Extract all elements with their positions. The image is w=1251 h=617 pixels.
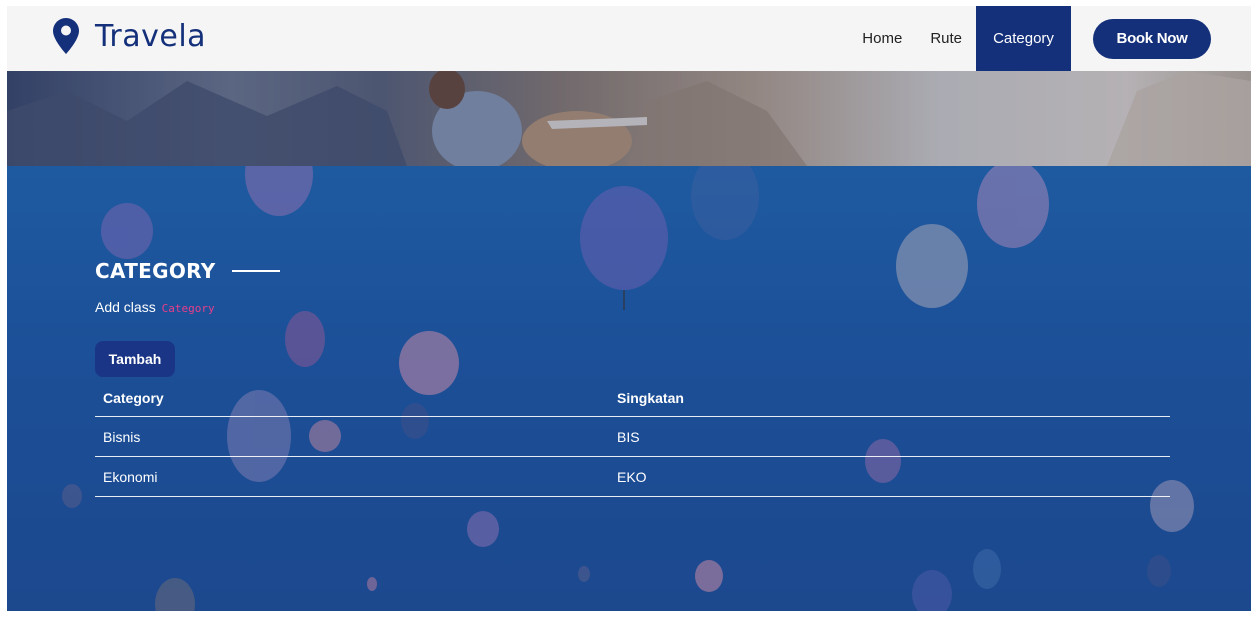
nav-category[interactable]: Category xyxy=(976,6,1071,71)
page-title: CATEGORY xyxy=(95,259,216,283)
table-header-row: Category Singkatan xyxy=(95,377,1170,417)
column-header-singkatan: Singkatan xyxy=(617,390,684,406)
table-row[interactable]: Ekonomi EKO xyxy=(95,457,1170,497)
brand-name: Travela xyxy=(95,18,207,54)
subtitle-code: Category xyxy=(161,302,215,315)
main-nav: Home Rute Category Book Now xyxy=(848,6,1251,71)
book-now-button[interactable]: Book Now xyxy=(1093,18,1211,59)
category-table: Category Singkatan Bisnis BIS Ekonomi EK… xyxy=(95,377,1170,497)
cell-category: Bisnis xyxy=(103,429,141,445)
cell-singkatan: BIS xyxy=(617,429,640,445)
table-row[interactable]: Bisnis BIS xyxy=(95,417,1170,457)
add-category-button[interactable]: Tambah xyxy=(95,341,175,377)
category-section: CATEGORY Add class Category Tambah Categ… xyxy=(7,166,1251,611)
cell-singkatan: EKO xyxy=(617,469,647,485)
hero-image xyxy=(7,71,1251,166)
section-subtitle: Add class Category xyxy=(95,299,215,315)
brand-logo[interactable]: Travela xyxy=(53,18,206,54)
nav-home[interactable]: Home xyxy=(848,6,916,71)
title-divider xyxy=(231,270,280,272)
nav-rute[interactable]: Rute xyxy=(916,6,976,71)
cell-category: Ekonomi xyxy=(103,469,158,485)
section-heading: CATEGORY xyxy=(95,259,280,283)
hero-overlay xyxy=(7,71,1251,166)
navbar: Travela Home Rute Category Book Now xyxy=(7,6,1251,71)
map-pin-icon xyxy=(53,18,79,54)
page: Travela Home Rute Category Book Now CATE… xyxy=(7,6,1251,611)
column-header-category: Category xyxy=(103,390,164,406)
subtitle-text: Add class xyxy=(95,299,156,315)
